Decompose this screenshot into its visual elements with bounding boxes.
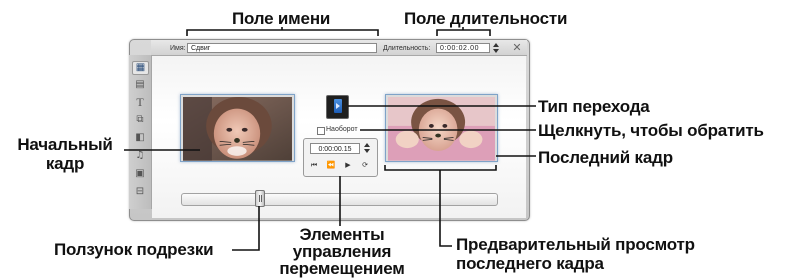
- start-frame-image: [183, 97, 292, 161]
- close-icon[interactable]: ✕: [511, 42, 523, 54]
- duration-field[interactable]: 0:00:02.00: [436, 43, 490, 53]
- annotation-start-frame-line2: кадр: [45, 154, 85, 173]
- capture-tool-icon[interactable]: ◧: [133, 132, 147, 144]
- spinner-up-icon[interactable]: [492, 43, 499, 47]
- duration-spinner[interactable]: [492, 43, 499, 54]
- reverse-checkbox[interactable]: [317, 127, 325, 135]
- annotation-last-frame: Последний кадр: [538, 148, 673, 167]
- annotation-duration-field: Поле длительности: [404, 9, 568, 28]
- spinner-down-icon[interactable]: [492, 49, 499, 53]
- navigation-controls: 0:00:00.15 ⏮ ⏪ ▶ ⟳: [303, 138, 378, 177]
- timecode-spinner[interactable]: [363, 143, 370, 154]
- annotation-nav-line3: перемещением: [279, 259, 405, 278]
- audio-tool-icon[interactable]: ⊟: [133, 186, 147, 198]
- transition-type-button[interactable]: [326, 95, 349, 119]
- transition-tool-icon[interactable]: ▦: [132, 61, 149, 75]
- annotation-start-frame: Начальный кадр: [6, 135, 124, 173]
- trim-slider-handle[interactable]: [255, 190, 265, 207]
- photo-tool-icon[interactable]: ⧉: [133, 114, 147, 126]
- annotation-preview-line2: последнего кадра: [456, 254, 604, 273]
- name-field[interactable]: Сдвиг: [187, 43, 377, 53]
- annotation-preview-line1: Предварительный просмотр: [456, 235, 695, 254]
- end-frame: [385, 94, 498, 162]
- timecode-down-icon[interactable]: [363, 149, 370, 153]
- timecode-up-icon[interactable]: [363, 143, 370, 147]
- annotation-start-frame-line1: Начальный: [17, 135, 113, 154]
- transition-icon: [334, 99, 342, 113]
- play-icon[interactable]: ▶: [342, 160, 354, 170]
- name-label: Имя:: [170, 45, 186, 52]
- go-to-start-icon[interactable]: ⏮: [308, 160, 320, 170]
- annotation-navigation-controls: Элементы управления перемещением: [268, 226, 416, 277]
- step-back-icon[interactable]: ⏪: [325, 160, 337, 170]
- music-tool-icon[interactable]: ♫: [133, 150, 147, 162]
- annotation-last-frame-preview: Предварительный просмотр последнего кадр…: [456, 235, 695, 273]
- title-tool-icon[interactable]: T: [133, 96, 147, 108]
- annotation-click-to-reverse: Щелкнуть, чтобы обратить: [538, 121, 764, 140]
- loop-icon[interactable]: ⟳: [359, 160, 371, 170]
- annotation-trim-slider: Ползунок подрезки: [54, 240, 214, 259]
- annotation-nav-line1: Элементы: [299, 225, 385, 244]
- annotation-transition-type: Тип перехода: [538, 97, 650, 116]
- annotation-name-field: Поле имени: [232, 9, 331, 28]
- timecode-field[interactable]: 0:00:00.15: [310, 143, 360, 154]
- end-frame-image: [388, 97, 495, 161]
- reverse-label: Наоборот: [326, 126, 358, 133]
- trim-track[interactable]: [181, 193, 498, 206]
- start-frame: [180, 94, 295, 162]
- video-tool-icon[interactable]: ▤: [133, 79, 147, 91]
- tool-sidebar: ▦ ▤ T ⧉ ◧ ♫ ▣ ⊟: [129, 55, 152, 209]
- annotation-nav-line2: управления: [292, 242, 392, 261]
- duration-label: Длительность:: [383, 45, 431, 52]
- effects-tool-icon[interactable]: ▣: [133, 168, 147, 180]
